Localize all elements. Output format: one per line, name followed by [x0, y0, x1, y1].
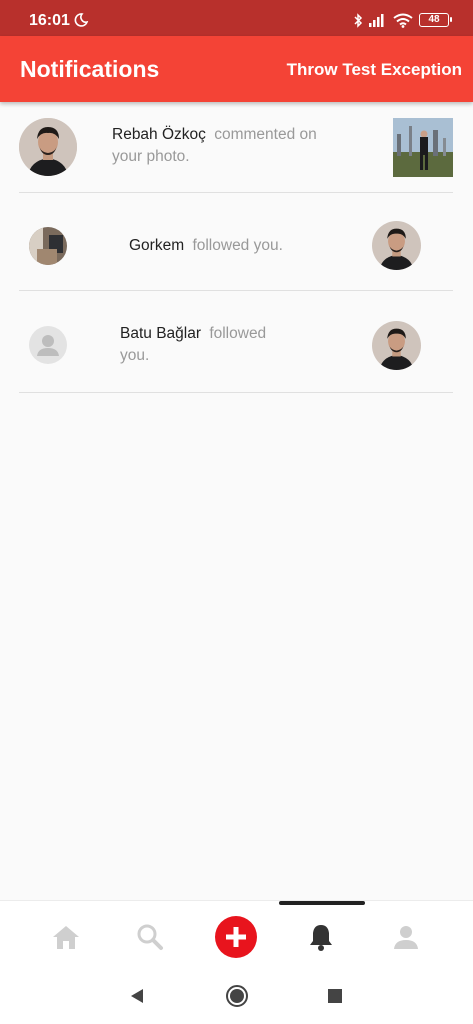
person-icon[interactable]: [386, 917, 426, 957]
active-tab-indicator: [279, 901, 365, 905]
signal-icon: [369, 14, 384, 27]
system-nav: [0, 967, 473, 1024]
status-bar: 16:01 48: [0, 0, 473, 36]
bell-icon[interactable]: [301, 917, 341, 957]
user-avatar[interactable]: [29, 227, 67, 265]
person-icon: [37, 335, 59, 356]
notification-text: Rebah Özkoç commented on your photo.: [112, 124, 332, 168]
add-post-button[interactable]: [215, 916, 257, 958]
default-avatar-icon[interactable]: [29, 326, 67, 364]
bluetooth-icon: [354, 12, 363, 28]
bottom-nav: [0, 900, 473, 967]
home-icon[interactable]: [46, 917, 86, 957]
recents-icon[interactable]: [323, 984, 347, 1008]
add-icon: [226, 927, 246, 947]
user-photo-icon: [19, 118, 77, 176]
user-photo-icon: [372, 221, 421, 270]
user-photo-icon: [29, 227, 67, 265]
status-time: 16:01: [29, 12, 70, 29]
notification-username[interactable]: Batu Bağlar: [120, 325, 201, 342]
post-thumbnail[interactable]: [393, 118, 453, 177]
status-icons: 48: [353, 11, 452, 29]
wifi-icon: [393, 13, 413, 28]
notification-username[interactable]: Gorkem: [129, 237, 184, 254]
notification-item[interactable]: Batu Bağlar followed you.: [19, 291, 453, 393]
notification-text: Gorkem followed you.: [129, 235, 349, 257]
search-icon[interactable]: [130, 917, 170, 957]
notification-username[interactable]: Rebah Özkoç: [112, 126, 206, 143]
user-avatar[interactable]: [19, 118, 77, 176]
post-photo-icon: [393, 118, 453, 177]
notification-text: Batu Bağlar followed you.: [120, 323, 280, 367]
battery-level: 48: [428, 14, 440, 25]
home-circle-icon[interactable]: [225, 984, 249, 1008]
follower-avatar[interactable]: [372, 221, 421, 270]
battery-icon: 48: [419, 13, 452, 27]
app-bar: Notifications Throw Test Exception: [0, 36, 473, 102]
notification-list: Rebah Özkoç commented on your photo. Gor…: [0, 102, 473, 393]
notification-message: followed you.: [192, 237, 283, 254]
user-photo-icon: [372, 321, 421, 370]
moon-icon: [74, 13, 89, 27]
throw-test-exception-button[interactable]: Throw Test Exception: [287, 60, 462, 80]
notification-item[interactable]: Gorkem followed you.: [19, 193, 453, 291]
notification-item[interactable]: Rebah Özkoç commented on your photo.: [19, 102, 453, 193]
back-icon[interactable]: [125, 984, 149, 1008]
page-title: Notifications: [20, 56, 160, 82]
follower-avatar[interactable]: [372, 321, 421, 370]
